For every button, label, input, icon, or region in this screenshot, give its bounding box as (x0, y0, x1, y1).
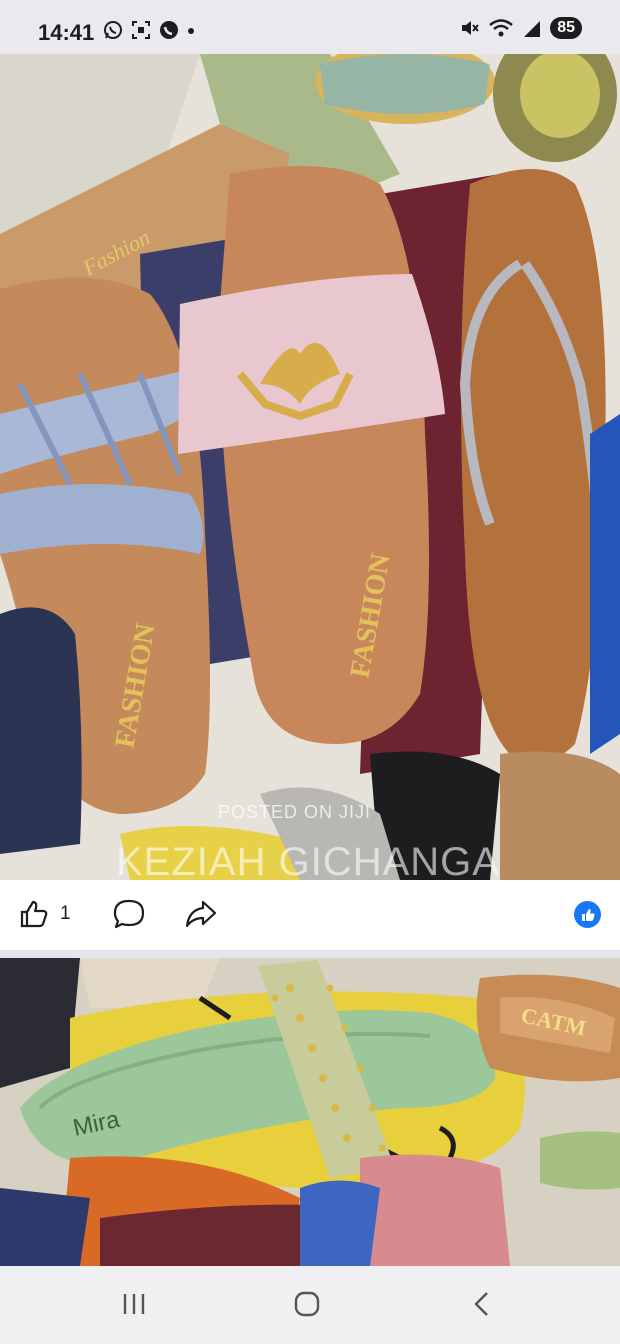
post-photo-sandals[interactable]: Fashion FASHION FASHION POSTED ON JIJI K… (0, 54, 620, 880)
wifi-icon (489, 19, 513, 37)
like-reaction-icon (581, 908, 595, 921)
dot-icon (188, 28, 194, 34)
signal-icon (524, 21, 541, 37)
post-action-bar: 1 (0, 880, 620, 950)
sandals-illustration-2: Mira CATM (0, 958, 620, 1266)
mute-icon (462, 21, 479, 35)
whatsapp-icon (104, 21, 122, 39)
back-icon[interactable] (468, 1290, 496, 1318)
comment-button[interactable] (112, 898, 146, 935)
screenshot-icon (132, 21, 150, 39)
post-divider (0, 950, 620, 958)
status-bar: 14:41 85 (0, 0, 620, 54)
like-count: 1 (60, 903, 71, 924)
share-button[interactable] (184, 898, 218, 935)
thumbs-up-icon (20, 900, 48, 928)
sandals-illustration: Fashion FASHION FASHION (0, 54, 620, 880)
watermark-author: KEZIAH GICHANGA (116, 840, 500, 880)
home-icon[interactable] (293, 1290, 321, 1318)
post-photo-sandals-2[interactable]: Mira CATM (0, 958, 620, 1266)
status-system-icons: 85 (458, 17, 582, 39)
recent-apps-icon[interactable] (120, 1290, 148, 1318)
watermark-posted-on: POSTED ON JIJI (218, 802, 372, 822)
system-nav-bar (0, 1266, 620, 1344)
like-reaction-badge[interactable] (574, 901, 601, 928)
phone-call-icon (160, 21, 178, 39)
like-button[interactable]: 1 (18, 898, 71, 930)
status-time: 14:41 (38, 20, 95, 45)
status-notification-icons (102, 19, 196, 41)
share-icon (185, 900, 217, 928)
comment-icon (113, 899, 145, 929)
battery-level: 85 (550, 17, 582, 39)
